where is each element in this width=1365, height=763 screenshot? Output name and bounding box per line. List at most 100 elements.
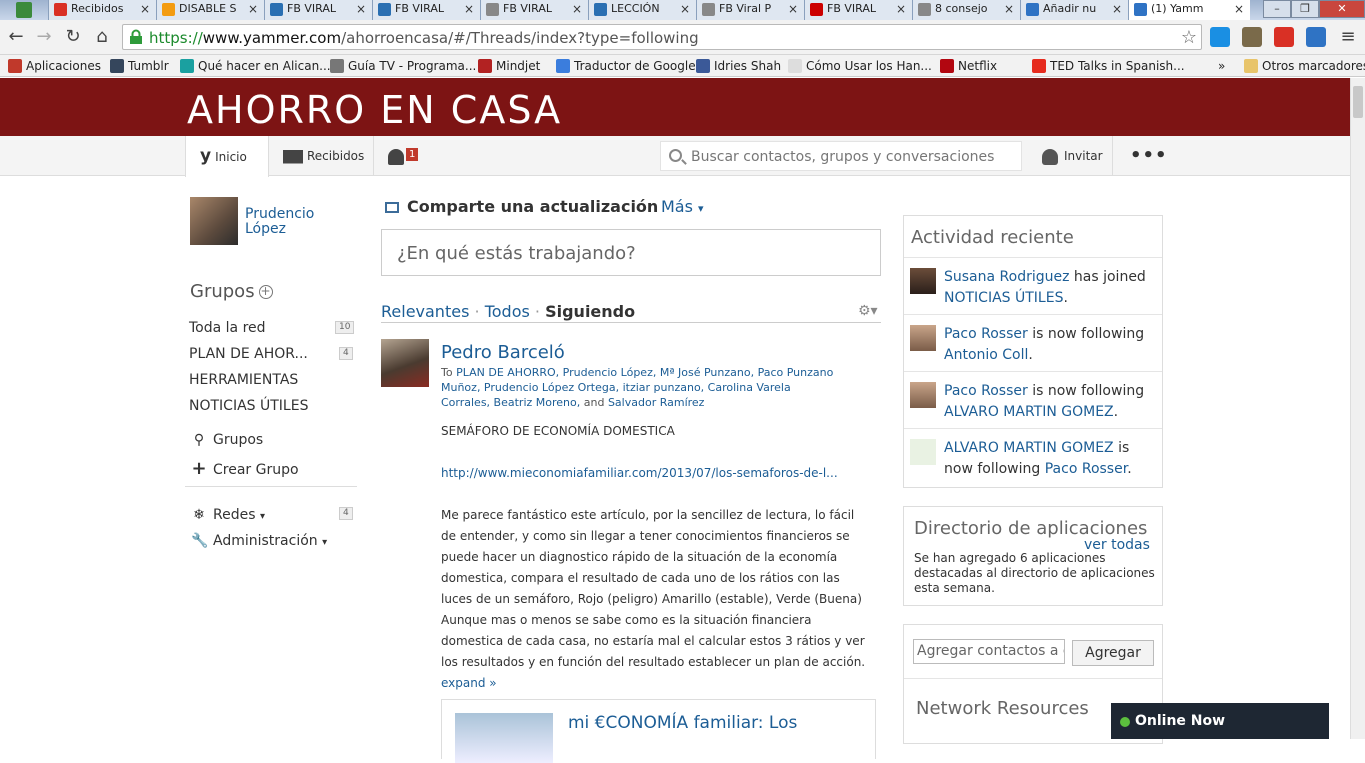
extension-d-icon[interactable] [1210, 27, 1230, 47]
extension-badge-icon[interactable] [1306, 27, 1326, 47]
post-author[interactable]: Pedro Barceló [441, 342, 565, 363]
network-title[interactable]: AHORRO EN CASA [187, 88, 562, 132]
link-preview-card[interactable]: mi €CONOMÍA familiar: Los [441, 699, 876, 763]
close-window-button[interactable]: ✕ [1319, 0, 1365, 18]
bookmark-item[interactable]: Mindjet [478, 58, 540, 74]
scrollbar-thumb[interactable] [1353, 86, 1363, 118]
tab-close-icon[interactable]: × [1234, 0, 1244, 18]
menu-icon[interactable]: ≡ [1337, 26, 1359, 48]
more-menu-button[interactable]: ••• [1130, 136, 1168, 176]
avatar[interactable] [910, 382, 936, 408]
tab-close-icon[interactable]: × [572, 0, 582, 18]
browser-tab[interactable]: FB Viral P × [696, 0, 804, 20]
bookmark-item[interactable]: Cómo Usar los Han... [788, 58, 932, 74]
create-group-link[interactable]: + Crear Grupo [191, 458, 298, 479]
minimize-button[interactable]: – [1263, 0, 1291, 18]
browser-tab[interactable]: (1) Yamm × [1128, 0, 1250, 20]
nav-home[interactable]: y Inicio [185, 136, 269, 177]
avatar[interactable] [910, 325, 936, 351]
extension-avatar-icon[interactable] [1242, 27, 1262, 47]
search-icon: ⚲ [193, 432, 205, 448]
activity-target[interactable]: NOTICIAS ÚTILES [944, 290, 1063, 306]
activity-actor[interactable]: Paco Rosser [944, 383, 1028, 399]
browser-tab[interactable]: FB VIRAL × [372, 0, 480, 20]
browser-tab[interactable]: FB VIRAL × [480, 0, 588, 20]
browser-tab[interactable]: FB VIRAL × [264, 0, 372, 20]
sidebar-item-plan-ahorro[interactable]: PLAN DE AHOR... [189, 346, 308, 362]
tab-close-icon[interactable]: × [356, 0, 366, 18]
networks-menu[interactable]: ❄ Redes ▾ [191, 507, 265, 523]
tab-close-icon[interactable]: × [248, 0, 258, 18]
bookmark-item[interactable]: Qué hacer en Alican... [180, 58, 331, 74]
browser-tab[interactable]: DISABLE S × [156, 0, 264, 20]
feed-settings-icon[interactable]: ⚙▾ [858, 303, 878, 319]
tab-close-icon[interactable]: × [788, 0, 798, 18]
back-icon[interactable]: ← [5, 26, 27, 48]
search-input[interactable]: Buscar contactos, grupos y conversacione… [660, 141, 1022, 171]
more-publisher-button[interactable]: Más ▾ [661, 197, 704, 216]
activity-actor[interactable]: Susana Rodriguez [944, 269, 1069, 285]
tab-close-icon[interactable]: × [464, 0, 474, 18]
bookmark-star-icon[interactable]: ☆ [1181, 27, 1197, 48]
browser-tab[interactable]: 8 consejo × [912, 0, 1020, 20]
browser-tab[interactable]: FB VIRAL × [804, 0, 912, 20]
user-name[interactable]: Prudencio López [245, 207, 355, 237]
expand-link[interactable]: expand » [441, 673, 871, 694]
activity-target[interactable]: Antonio Coll [944, 347, 1028, 363]
activity-actor[interactable]: Paco Rosser [944, 326, 1028, 342]
browser-tab[interactable]: Recibidos × [48, 0, 156, 20]
home-icon[interactable]: ⌂ [91, 26, 113, 48]
browser-tab[interactable]: LECCIÓN × [588, 0, 696, 20]
tab-all[interactable]: Todos [485, 302, 530, 321]
post-author-avatar[interactable] [381, 339, 429, 387]
activity-actor[interactable]: ALVARO MARTIN GOMEZ [944, 440, 1114, 456]
activity-target[interactable]: ALVARO MARTIN GOMEZ [944, 404, 1114, 420]
invite-button[interactable]: Invitar [1042, 136, 1103, 176]
add-contacts-input[interactable]: Agregar contactos a e [913, 639, 1065, 664]
bookmark-item[interactable]: Tumblr [110, 58, 169, 74]
bookmark-item[interactable]: Aplicaciones [8, 58, 101, 74]
apps-launcher-icon[interactable] [16, 2, 32, 18]
add-group-icon[interactable]: + [258, 285, 273, 299]
browser-tab[interactable]: Añadir nu × [1020, 0, 1128, 20]
page-scrollbar[interactable] [1350, 78, 1365, 739]
tab-close-icon[interactable]: × [1112, 0, 1122, 18]
tab-following[interactable]: Siguiendo [545, 302, 635, 321]
other-bookmarks[interactable]: Otros marcadores [1244, 58, 1365, 74]
post-link[interactable]: http://www.mieconomiafamiliar.com/2013/0… [441, 463, 871, 484]
gmail-extension-icon[interactable] [1274, 27, 1294, 47]
share-update-tab[interactable]: Comparte una actualización [385, 197, 658, 216]
bookmark-item[interactable]: TED Talks in Spanish... [1032, 58, 1185, 74]
tab-relevant[interactable]: Relevantes [381, 302, 469, 321]
nav-inbox[interactable]: Recibidos [283, 136, 364, 176]
tab-close-icon[interactable]: × [140, 0, 150, 18]
maximize-button[interactable]: ❐ [1291, 0, 1319, 18]
tab-close-icon[interactable]: × [896, 0, 906, 18]
browse-groups-link[interactable]: ⚲ Grupos [191, 432, 263, 448]
sidebar-item-noticias[interactable]: NOTICIAS ÚTILES [189, 398, 308, 414]
admin-menu[interactable]: 🔧 Administración ▾ [191, 533, 327, 549]
nav-divider [373, 136, 374, 176]
address-bar[interactable]: https://www.yammer.com/ahorroencasa/#/Th… [122, 24, 1202, 50]
bookmarks-overflow[interactable]: » [1218, 58, 1225, 74]
compose-input[interactable]: ¿En qué estás trabajando? [381, 229, 881, 276]
notifications-button[interactable]: 1 [388, 136, 419, 176]
reload-icon[interactable]: ↻ [62, 26, 84, 48]
bookmark-item[interactable]: Idries Shah [696, 58, 781, 74]
activity-target[interactable]: Paco Rosser [1045, 461, 1127, 477]
bookmark-item[interactable]: Netflix [940, 58, 997, 74]
recipient-last[interactable]: Salvador Ramírez [608, 396, 705, 409]
avatar[interactable] [910, 439, 936, 465]
chat-online-bar[interactable]: Online Now [1111, 703, 1329, 739]
sidebar-item-herramientas[interactable]: HERRAMIENTAS [189, 372, 298, 388]
avatar[interactable] [910, 268, 936, 294]
preview-title[interactable]: mi €CONOMÍA familiar: Los [568, 713, 797, 733]
tab-close-icon[interactable]: × [680, 0, 690, 18]
tab-close-icon[interactable]: × [1004, 0, 1014, 18]
forward-icon[interactable]: → [33, 26, 55, 48]
add-contacts-button[interactable]: Agregar [1072, 640, 1154, 666]
bookmark-item[interactable]: Guía TV - Programa... [330, 58, 476, 74]
sidebar-item-all-network[interactable]: Toda la red [189, 320, 266, 336]
bookmark-item[interactable]: Traductor de Google [556, 58, 696, 74]
avatar[interactable] [190, 197, 238, 245]
